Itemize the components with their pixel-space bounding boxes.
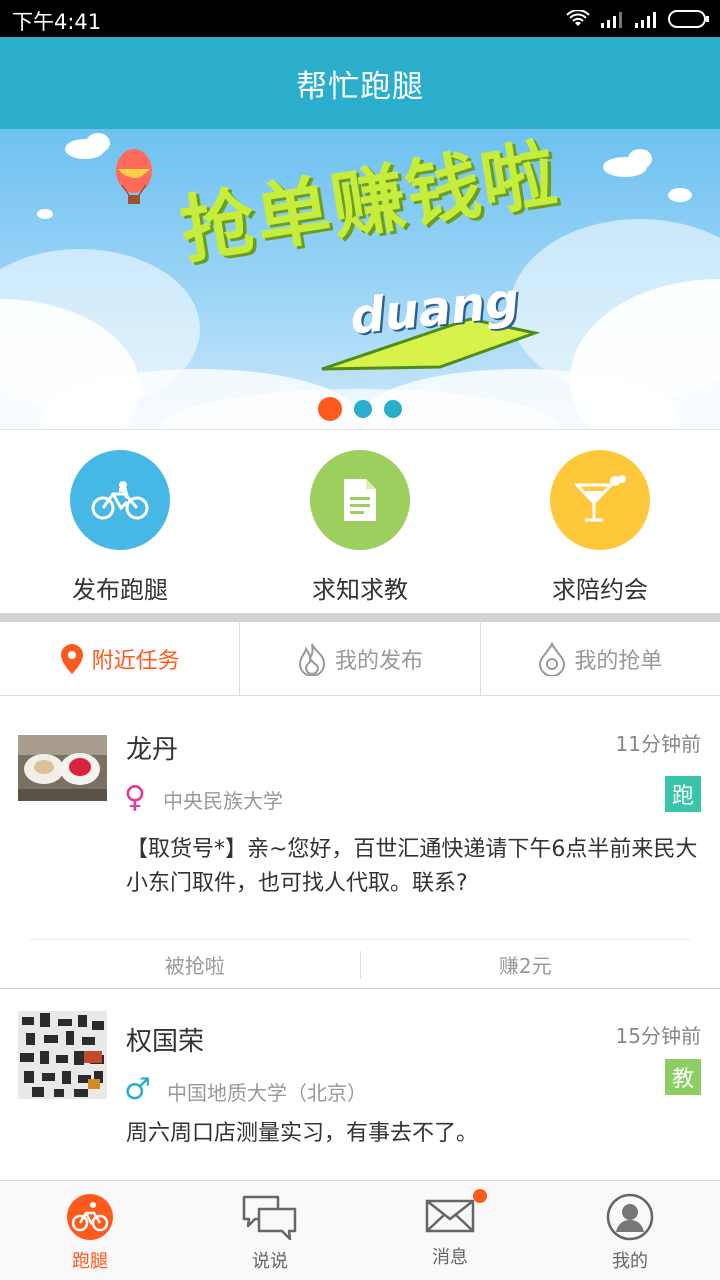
title-bar: 帮忙跑腿 <box>0 37 720 129</box>
page-title: 帮忙跑腿 <box>296 68 424 105</box>
tab-label: 我的抢单 <box>574 648 663 674</box>
nav-label: 消息 <box>432 1247 468 1268</box>
status-bar: 下午4:41 <box>0 0 720 37</box>
publish-errand-button[interactable]: 发布跑腿 <box>0 430 240 613</box>
location-pin-icon <box>60 643 83 674</box>
user-avatar-icon <box>606 1193 654 1241</box>
task-tabs: 附近任务 我的发布 我的抢单 <box>0 622 720 696</box>
avatar[interactable] <box>18 1011 107 1099</box>
school-name: 中国地质大学（北京） <box>167 1081 367 1105</box>
tab-nearby-tasks[interactable]: 附近任务 <box>0 622 241 695</box>
task-status: 被抢啦 <box>164 954 225 978</box>
bicycle-icon <box>91 481 149 520</box>
quick-actions: 发布跑腿 求知求教 求陪约会 <box>0 429 720 613</box>
category-tag: 教 <box>665 1059 701 1095</box>
task-reward: 赚2元 <box>498 954 552 978</box>
pager-dot[interactable] <box>354 400 372 418</box>
post-time: 15分钟前 <box>615 1024 701 1048</box>
flame-icon <box>298 643 325 676</box>
task-content: 【取货号*】亲~您好，百世汇通快递请下午6点半前来民大小东门取件，也可找人代取。… <box>126 837 698 896</box>
nav-label: 说说 <box>252 1251 288 1272</box>
promo-banner[interactable]: 抢单赚钱啦 duang <box>0 129 720 429</box>
nav-posts[interactable]: 说说 <box>180 1181 360 1280</box>
quick-action-circle <box>550 450 650 550</box>
task-card[interactable]: 龙丹 11分钟前 ♀ 中央民族大学 跑 【取货号*】亲~您好，百世汇通快递请下午… <box>0 697 720 989</box>
bottom-nav: 跑腿 说说 消息 我的 <box>0 1180 720 1280</box>
quick-action-label: 求知求教 <box>312 576 408 604</box>
section-divider <box>0 613 720 622</box>
envelope-icon <box>425 1199 475 1233</box>
school-name: 中央民族大学 <box>163 789 283 813</box>
nav-messages[interactable]: 消息 <box>360 1181 540 1280</box>
notification-badge <box>473 1189 487 1203</box>
status-icons <box>566 8 710 30</box>
bicycle-icon <box>67 1194 113 1240</box>
wifi-icon <box>566 10 590 26</box>
nav-profile[interactable]: 我的 <box>540 1181 720 1280</box>
pager-dot-active[interactable] <box>318 397 342 421</box>
quick-action-circle <box>310 450 410 550</box>
nav-errands[interactable]: 跑腿 <box>0 1181 180 1280</box>
quick-action-label: 求陪约会 <box>552 576 648 604</box>
avatar[interactable] <box>18 735 107 801</box>
status-time: 下午4:41 <box>12 10 102 34</box>
chat-bubbles-icon <box>242 1195 297 1241</box>
user-name: 龙丹 <box>126 735 179 765</box>
tab-label: 我的发布 <box>334 648 423 674</box>
quick-action-label: 发布跑腿 <box>72 576 168 604</box>
signal-icon-2 <box>635 12 656 28</box>
banner-pager <box>0 397 720 421</box>
tab-my-posts[interactable]: 我的发布 <box>240 622 481 695</box>
user-name: 权国荣 <box>126 1027 205 1057</box>
male-icon: ♂ <box>124 1072 151 1107</box>
tab-label: 附近任务 <box>91 648 180 674</box>
nav-label: 跑腿 <box>72 1251 108 1272</box>
task-feed[interactable]: 龙丹 11分钟前 ♀ 中央民族大学 跑 【取货号*】亲~您好，百世汇通快递请下午… <box>0 697 720 1180</box>
task-content: 周六周口店测量实习，有事去不了。 <box>126 1121 479 1146</box>
post-time: 11分钟前 <box>615 732 701 756</box>
nav-label: 我的 <box>612 1251 648 1272</box>
hot-air-balloon-icon <box>116 149 152 204</box>
battery-icon <box>668 10 709 28</box>
document-icon <box>344 479 376 521</box>
tab-my-grabs[interactable]: 我的抢单 <box>481 622 720 695</box>
category-tag: 跑 <box>665 776 701 812</box>
cocktail-icon <box>573 475 626 522</box>
water-drop-icon <box>539 641 566 676</box>
card-footer: 被抢啦 赚2元 <box>30 939 690 989</box>
female-icon: ♀ <box>124 780 146 815</box>
dating-request-button[interactable]: 求陪约会 <box>480 430 720 613</box>
signal-icon <box>601 12 622 28</box>
quick-action-circle <box>70 450 170 550</box>
task-card[interactable]: 权国荣 15分钟前 ♂ 中国地质大学（北京） 教 周六周口店测量实习，有事去不了… <box>0 989 720 1180</box>
pager-dot[interactable] <box>384 400 402 418</box>
ask-for-help-button[interactable]: 求知求教 <box>240 430 480 613</box>
